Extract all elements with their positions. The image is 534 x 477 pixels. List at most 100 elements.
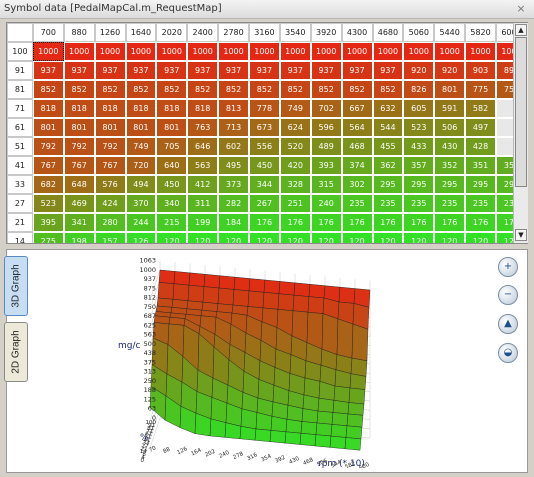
table-cell[interactable]: 903 <box>465 61 496 80</box>
table-cell[interactable]: 120 <box>187 232 219 243</box>
table-cell[interactable]: 235 <box>341 194 373 213</box>
table-cell[interactable]: 1000 <box>341 42 373 61</box>
table-cell[interactable]: 852 <box>125 80 157 99</box>
table-cell[interactable]: 395 <box>32 213 64 232</box>
table-cell[interactable]: 295 <box>403 175 435 194</box>
reset-view-icon[interactable]: ◒ <box>498 343 518 363</box>
table-cell[interactable]: 215 <box>156 213 188 232</box>
table-cell[interactable]: 813 <box>218 99 249 118</box>
table-cell[interactable]: 646 <box>187 137 219 156</box>
table-cell[interactable]: 596 <box>310 118 342 137</box>
table-cell[interactable]: 937 <box>32 61 64 80</box>
table-cell[interactable]: 523 <box>32 194 64 213</box>
table-cell[interactable]: 852 <box>249 80 280 99</box>
row-header[interactable]: 91 <box>7 61 33 80</box>
table-cell[interactable]: 282 <box>218 194 249 213</box>
column-header[interactable]: 2780 <box>218 23 249 42</box>
table-cell[interactable]: 244 <box>125 213 157 232</box>
table-cell[interactable]: 852 <box>32 80 64 99</box>
table-cell[interactable]: 767 <box>94 156 126 175</box>
table-cell[interactable]: 352 <box>434 156 466 175</box>
table-cell[interactable]: 370 <box>125 194 157 213</box>
table-cell[interactable]: 852 <box>187 80 219 99</box>
table-cell[interactable]: 328 <box>279 175 311 194</box>
table-cell[interactable]: 591 <box>434 99 466 118</box>
table-cell[interactable]: 267 <box>249 194 280 213</box>
table-cell[interactable]: 393 <box>310 156 342 175</box>
row-header[interactable]: 81 <box>7 80 33 99</box>
table-cell[interactable]: 1000 <box>156 42 188 61</box>
table-cell[interactable]: 852 <box>310 80 342 99</box>
column-header[interactable]: 4300 <box>341 23 373 42</box>
table-cell[interactable]: 749 <box>125 137 157 156</box>
table-cell[interactable]: 373 <box>218 175 249 194</box>
table-cell[interactable]: 295 <box>465 175 496 194</box>
table-cell[interactable]: 176 <box>341 213 373 232</box>
table-cell[interactable]: 818 <box>125 99 157 118</box>
table-cell[interactable]: 1000 <box>372 42 404 61</box>
table-cell[interactable]: 792 <box>94 137 126 156</box>
table-cell[interactable]: 157 <box>94 232 126 243</box>
table-cell[interactable]: 420 <box>279 156 311 175</box>
table-cell[interactable]: 235 <box>465 194 496 213</box>
table-cell[interactable]: 576 <box>94 175 126 194</box>
column-header[interactable]: 3160 <box>249 23 280 42</box>
table-cell[interactable]: 818 <box>156 99 188 118</box>
table-cell[interactable]: 605 <box>403 99 435 118</box>
table-cell[interactable]: 544 <box>372 118 404 137</box>
rotate-icon[interactable]: ▲ <box>498 314 518 334</box>
table-cell[interactable]: 937 <box>156 61 188 80</box>
table-cell[interactable]: 450 <box>156 175 188 194</box>
table-cell[interactable]: 494 <box>125 175 157 194</box>
table-cell[interactable]: 374 <box>341 156 373 175</box>
table-cell[interactable]: 120 <box>465 232 496 243</box>
row-header[interactable]: 14 <box>7 232 33 243</box>
table-cell[interactable]: 667 <box>341 99 373 118</box>
table-cell[interactable]: 1000 <box>249 42 280 61</box>
table-cell[interactable]: 126 <box>125 232 157 243</box>
scroll-up-icon[interactable]: ▲ <box>515 24 527 36</box>
table-cell[interactable]: 428 <box>465 137 496 156</box>
3d-surface-graph[interactable]: 10631000937875 812750687625 563500438375 31… <box>90 258 390 468</box>
table-cell[interactable]: 818 <box>63 99 95 118</box>
table-cell[interactable]: 826 <box>403 80 435 99</box>
table-cell[interactable]: 1000 <box>279 42 311 61</box>
table-cell[interactable]: 713 <box>218 118 249 137</box>
vertical-scrollbar[interactable]: ▲ ▼ <box>513 23 528 243</box>
column-header[interactable]: 2020 <box>156 23 188 42</box>
table-cell[interactable]: 120 <box>156 232 188 243</box>
row-header[interactable]: 21 <box>7 213 33 232</box>
table-cell[interactable]: 818 <box>187 99 219 118</box>
table-cell[interactable]: 357 <box>403 156 435 175</box>
table-cell[interactable]: 640 <box>156 156 188 175</box>
row-header[interactable]: 27 <box>7 194 33 213</box>
table-cell[interactable]: 852 <box>218 80 249 99</box>
table-cell[interactable]: 563 <box>187 156 219 175</box>
table-cell[interactable]: 920 <box>434 61 466 80</box>
table-cell[interactable]: 235 <box>403 194 435 213</box>
table-cell[interactable]: 351 <box>465 156 496 175</box>
table-cell[interactable]: 801 <box>63 118 95 137</box>
table-cell[interactable]: 582 <box>465 99 496 118</box>
table-cell[interactable]: 275 <box>32 232 64 243</box>
table-cell[interactable]: 801 <box>94 118 126 137</box>
column-header[interactable]: 5820 <box>465 23 496 42</box>
table-cell[interactable]: 705 <box>156 137 188 156</box>
table-cell[interactable]: 792 <box>32 137 64 156</box>
table-cell[interactable]: 176 <box>372 213 404 232</box>
column-header[interactable]: 1260 <box>94 23 126 42</box>
column-header[interactable]: 880 <box>63 23 95 42</box>
table-cell[interactable]: 720 <box>125 156 157 175</box>
zoom-in-icon[interactable]: + <box>498 257 518 277</box>
table-cell[interactable]: 801 <box>32 118 64 137</box>
column-header[interactable]: 2400 <box>187 23 219 42</box>
table-cell[interactable]: 1000 <box>465 42 496 61</box>
table-cell[interactable]: 1000 <box>434 42 466 61</box>
table-cell[interactable]: 176 <box>465 213 496 232</box>
table-cell[interactable]: 749 <box>279 99 311 118</box>
table-cell[interactable]: 763 <box>187 118 219 137</box>
table-cell[interactable]: 1000 <box>32 42 64 61</box>
table-cell[interactable]: 433 <box>403 137 435 156</box>
table-cell[interactable]: 937 <box>341 61 373 80</box>
table-cell[interactable]: 295 <box>434 175 466 194</box>
